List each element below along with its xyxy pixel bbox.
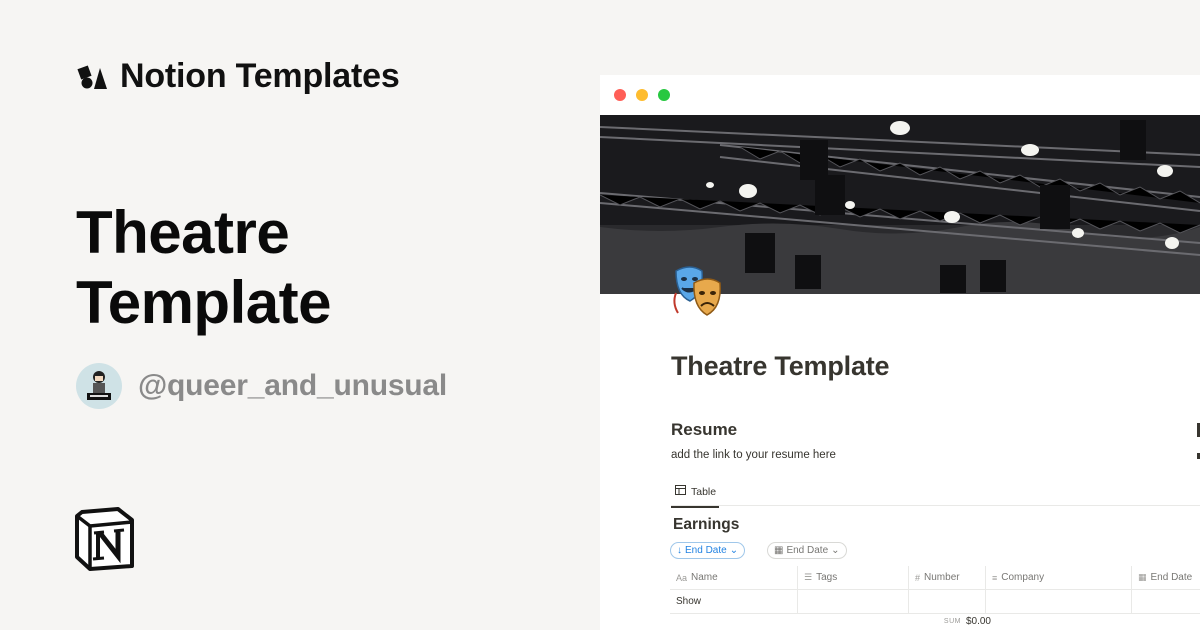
column-header-end-date[interactable]: ▦ End Date [1132, 566, 1200, 589]
sort-pill-end-date[interactable]: ↓ End Date ⌄ [670, 542, 746, 559]
calendar-icon: ▦ [1138, 572, 1147, 582]
column-header-company[interactable]: ≡ Company [986, 566, 1132, 589]
sort-pill-label: End Date [685, 545, 727, 556]
table-row[interactable]: Show [670, 590, 1200, 614]
column-header-name[interactable]: Aa Name [670, 566, 798, 589]
list-type-icon: ☰ [804, 572, 813, 582]
column-label: Tags [816, 572, 838, 583]
page-headline: Theatre Template [76, 198, 496, 338]
text-type-icon: Aa [676, 572, 688, 583]
resume-heading: Resume [671, 420, 738, 439]
cell-name[interactable]: Show [670, 590, 798, 613]
cell-company[interactable] [986, 590, 1132, 613]
brand: Notion Templates [76, 57, 400, 96]
column-header-number[interactable]: # Number [909, 566, 986, 589]
sum-value: $0.00 [965, 616, 991, 627]
sum-calculation[interactable]: SUM $0.00 [930, 616, 991, 627]
cell-tags[interactable] [798, 590, 909, 613]
cell-number[interactable] [909, 590, 986, 613]
notion-app-window: Theatre Template Resume add the link to … [600, 75, 1200, 630]
filter-pill-label: End Date [786, 545, 829, 556]
hash-icon: # [915, 572, 921, 583]
divider [671, 505, 1200, 506]
cell-end-date[interactable] [1132, 590, 1200, 613]
author-handle[interactable]: @queer_and_unusual [138, 369, 447, 403]
headline-line-1: Theatre [76, 199, 290, 266]
page-title[interactable]: Theatre Template [671, 351, 890, 382]
headline-line-2: Template [76, 269, 331, 336]
resume-text[interactable]: add the link to your resume here [671, 449, 836, 461]
column-label: Company [1001, 572, 1045, 583]
table-header: Aa Name ☰ Tags # Number ≡ Company ▦ End … [670, 566, 1200, 590]
close-window-button[interactable] [614, 89, 626, 101]
notion-templates-shapes-icon [76, 63, 108, 91]
earnings-table: Aa Name ☰ Tags # Number ≡ Company ▦ End … [670, 566, 1200, 630]
theatre-masks-icon[interactable] [670, 263, 732, 319]
column-label: End Date [1150, 572, 1193, 583]
tab-table-label: Table [691, 485, 717, 498]
column-header-tags[interactable]: ☰ Tags [798, 566, 909, 589]
calculation-row: SUM $0.00 [670, 614, 1200, 630]
window-titlebar [600, 75, 1200, 115]
column-label: Number [924, 572, 960, 583]
author: @queer_and_unusual [76, 363, 447, 409]
avatar [76, 363, 122, 409]
chevron-down-icon: ⌄ [831, 545, 840, 556]
database-title[interactable]: Earnings [673, 516, 739, 534]
minimize-window-button[interactable] [636, 89, 648, 101]
brand-title: Notion Templates [120, 57, 400, 95]
notion-logo-icon [74, 506, 136, 577]
arrow-down-icon: ↓ [677, 545, 682, 556]
lines-icon: ≡ [992, 572, 998, 583]
filter-pill-end-date[interactable]: ▦ End Date ⌄ [767, 542, 847, 559]
table-view-icon [675, 485, 686, 498]
calendar-icon: ▦ [774, 545, 784, 556]
sum-label: SUM [943, 618, 961, 625]
column-label: Name [691, 572, 718, 583]
chevron-down-icon: ⌄ [729, 545, 739, 556]
maximize-window-button[interactable] [658, 89, 670, 101]
